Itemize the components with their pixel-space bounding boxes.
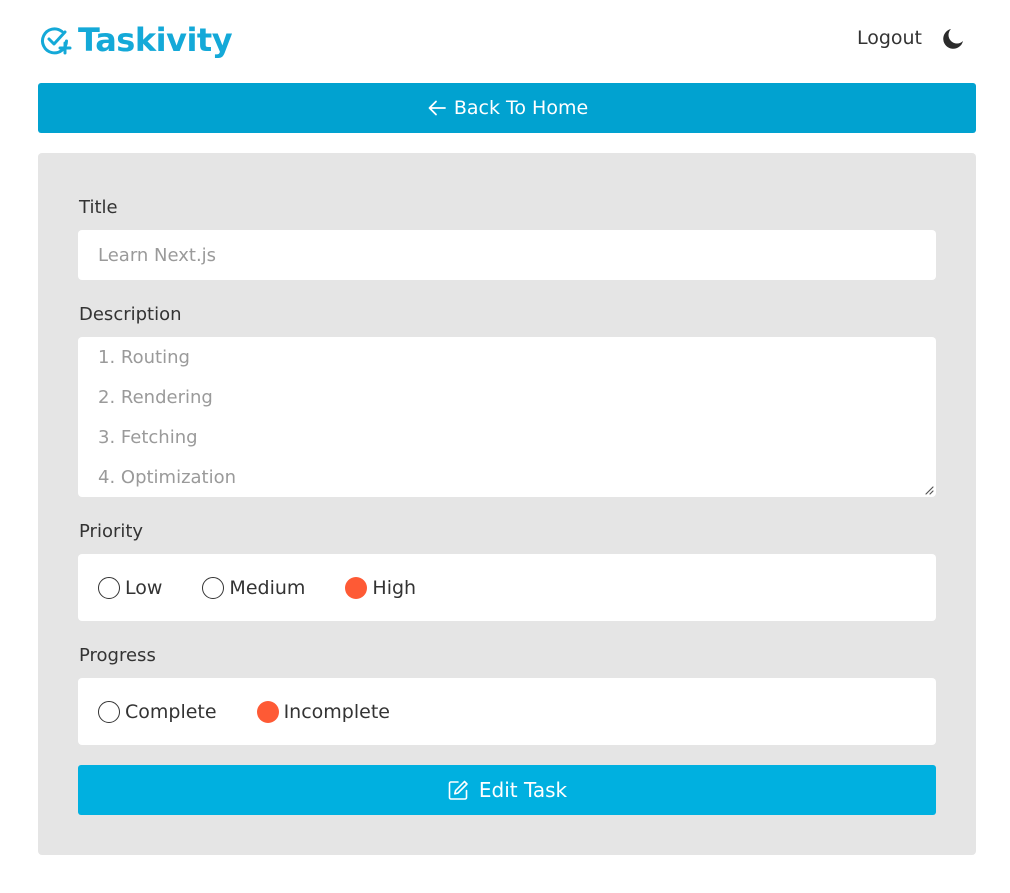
title-input[interactable] xyxy=(78,230,936,280)
progress-option-complete[interactable]: Complete xyxy=(98,700,217,723)
description-placeholder-line: 1. Routing xyxy=(98,347,190,368)
back-to-home-label: Back To Home xyxy=(453,97,589,119)
arrow-left-icon xyxy=(428,100,446,116)
radio-unchecked-icon[interactable] xyxy=(98,576,120,599)
brand-name: Taskivity xyxy=(78,21,233,59)
edit-task-form: Title Description 1. Routing 2. Renderin… xyxy=(38,153,976,855)
progress-option-incomplete[interactable]: Incomplete xyxy=(256,700,390,723)
logout-button[interactable]: Logout xyxy=(857,26,922,50)
theme-toggle-button[interactable] xyxy=(940,26,966,52)
priority-option-label: Medium xyxy=(229,576,306,599)
description-label: Description xyxy=(79,304,182,325)
radio-unchecked-icon[interactable] xyxy=(202,576,225,599)
radio-unchecked-icon[interactable] xyxy=(98,700,120,723)
check-circle-plus-icon xyxy=(41,27,72,55)
description-placeholder-line: 3. Fetching xyxy=(98,427,198,448)
resize-handle-icon[interactable] xyxy=(924,485,934,495)
radio-checked-icon[interactable] xyxy=(345,576,368,599)
header: Taskivity Logout xyxy=(38,18,976,62)
edit-task-button[interactable]: Edit Task xyxy=(78,765,936,815)
priority-option-high[interactable]: High xyxy=(345,576,417,599)
progress-label: Progress xyxy=(79,645,156,666)
moon-icon xyxy=(943,29,963,49)
brand-logo-link[interactable]: Taskivity xyxy=(38,18,233,62)
priority-option-medium[interactable]: Medium xyxy=(202,576,306,599)
description-placeholder-line: 4. Optimization xyxy=(98,467,237,488)
edit-task-label: Edit Task xyxy=(478,778,568,802)
back-to-home-button[interactable]: Back To Home xyxy=(38,83,976,133)
title-label: Title xyxy=(79,197,118,218)
description-textarea[interactable]: 1. Routing 2. Rendering 3. Fetching 4. O… xyxy=(78,337,936,497)
title-field-wrapper xyxy=(78,230,936,280)
progress-radio-group: Complete Incomplete xyxy=(78,678,936,745)
radio-checked-icon[interactable] xyxy=(256,700,279,723)
priority-option-label: Low xyxy=(125,576,163,599)
priority-option-label: High xyxy=(372,576,417,599)
priority-radio-group: Low Medium High xyxy=(78,554,936,621)
progress-option-label: Complete xyxy=(125,700,217,723)
edit-icon xyxy=(448,780,468,800)
priority-label: Priority xyxy=(79,521,144,542)
progress-option-label: Incomplete xyxy=(283,700,390,723)
priority-option-low[interactable]: Low xyxy=(98,576,163,599)
description-placeholder-line: 2. Rendering xyxy=(98,387,213,408)
